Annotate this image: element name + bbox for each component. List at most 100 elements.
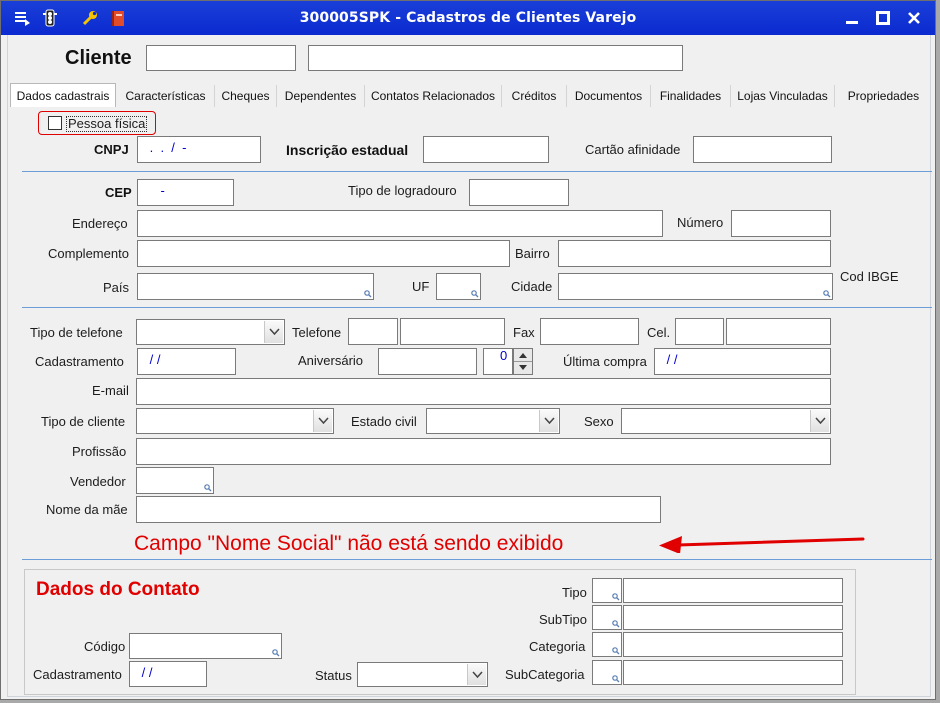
contato-subcategoria-desc-input[interactable] — [623, 660, 843, 685]
estado-civil-label: Estado civil — [351, 414, 417, 429]
tab-lojas-vinculadas[interactable]: Lojas Vinculadas — [731, 85, 835, 107]
contato-cadastramento-input[interactable]: / / — [129, 661, 207, 687]
cnpj-input[interactable]: . . / - — [137, 136, 261, 163]
tab-dados-cadastrais[interactable]: Dados cadastrais — [10, 83, 116, 107]
lookup-icon[interactable] — [612, 620, 620, 628]
nome-mae-input[interactable] — [136, 496, 661, 523]
sexo-select[interactable] — [621, 408, 831, 434]
separator-3 — [22, 559, 932, 560]
endereco-input[interactable] — [137, 210, 663, 237]
tab-dependentes[interactable]: Dependentes — [277, 85, 365, 107]
tab-documentos[interactable]: Documentos — [567, 85, 651, 107]
cliente-name-input[interactable] — [308, 45, 683, 71]
spin-buttons[interactable] — [513, 348, 533, 375]
contato-categoria-desc-input[interactable] — [623, 632, 843, 657]
lookup-icon[interactable] — [612, 593, 620, 601]
tipo-telefone-select[interactable] — [136, 319, 285, 345]
cliente-code-input[interactable] — [146, 45, 296, 71]
lookup-icon[interactable] — [272, 649, 280, 657]
lookup-icon[interactable] — [204, 484, 212, 492]
cel-label: Cel. — [647, 325, 671, 340]
ultima-compra-input[interactable]: / / — [654, 348, 831, 375]
lookup-icon[interactable] — [364, 290, 372, 298]
tipo-logradouro-input[interactable] — [469, 179, 569, 206]
contato-categoria-code-input[interactable] — [592, 632, 622, 657]
tipo-cliente-label: Tipo de cliente — [41, 414, 126, 429]
pais-input[interactable] — [137, 273, 374, 300]
profissao-input[interactable] — [136, 438, 831, 465]
contato-codigo-label: Código — [84, 639, 126, 654]
contato-tipo-label: Tipo — [562, 585, 587, 600]
close-button[interactable] — [903, 8, 925, 28]
sexo-label: Sexo — [584, 414, 614, 429]
chevron-down-icon[interactable] — [467, 664, 486, 685]
vendedor-label: Vendedor — [70, 474, 126, 489]
telefone-label: Telefone — [292, 325, 342, 340]
contato-subcategoria-label: SubCategoria — [505, 667, 585, 682]
tipo-cliente-select[interactable] — [136, 408, 334, 434]
spin-arrows-icon[interactable] — [514, 349, 532, 374]
tab-cheques[interactable]: Cheques — [215, 85, 277, 107]
email-label: E-mail — [92, 383, 129, 398]
minimize-button[interactable] — [841, 8, 863, 28]
contato-tipo-code-input[interactable] — [592, 578, 622, 603]
window-title: 300005SPK - Cadastros de Clientes Varejo — [299, 10, 637, 26]
cadastramento-input[interactable]: / / — [137, 348, 236, 375]
tab-caracteristicas[interactable]: Características — [117, 85, 215, 107]
contato-subcategoria-code-input[interactable] — [592, 660, 622, 685]
cartao-input[interactable] — [693, 136, 832, 163]
complemento-input[interactable] — [137, 240, 510, 267]
tab-finalidades[interactable]: Finalidades — [651, 85, 731, 107]
contato-categoria-label: Categoria — [529, 639, 586, 654]
annotation-arrow-icon — [659, 536, 865, 553]
numero-input[interactable] — [731, 210, 831, 237]
vendedor-input[interactable] — [136, 467, 214, 494]
telefone-input[interactable] — [400, 318, 505, 345]
numero-label: Número — [677, 215, 724, 230]
cel-input[interactable] — [726, 318, 831, 345]
contato-tipo-desc-input[interactable] — [623, 578, 843, 603]
telefone-ddd-input[interactable] — [348, 318, 398, 345]
contato-codigo-input[interactable] — [129, 633, 282, 659]
cnpj-label: CNPJ — [94, 142, 129, 157]
aniversario-spin[interactable]: 0 — [483, 348, 513, 375]
contato-subtipo-code-input[interactable] — [592, 605, 622, 630]
separator-1 — [22, 171, 932, 172]
inscricao-input[interactable] — [423, 136, 549, 163]
lookup-icon[interactable] — [612, 675, 620, 683]
profissao-label: Profissão — [72, 444, 127, 459]
email-input[interactable] — [136, 378, 831, 405]
cidade-input[interactable] — [558, 273, 833, 300]
bairro-input[interactable] — [558, 240, 831, 267]
cidade-label: Cidade — [511, 279, 553, 294]
cadastramento-label: Cadastramento — [35, 354, 124, 369]
cep-input[interactable]: - — [137, 179, 234, 206]
contato-status-select[interactable] — [357, 662, 488, 687]
cel-ddd-input[interactable] — [675, 318, 724, 345]
tab-creditos[interactable]: Créditos — [502, 85, 567, 107]
fax-input[interactable] — [540, 318, 639, 345]
lookup-icon[interactable] — [612, 647, 620, 655]
cliente-label: Cliente — [65, 47, 132, 69]
chevron-down-icon[interactable] — [810, 410, 829, 432]
uf-input[interactable] — [436, 273, 481, 300]
contato-subtipo-desc-input[interactable] — [623, 605, 843, 630]
tipo-logradouro-label: Tipo de logradouro — [348, 183, 457, 198]
chevron-down-icon[interactable] — [264, 321, 283, 343]
chevron-down-icon[interactable] — [539, 410, 558, 432]
cod-ibge-label: Cod IBGE — [840, 269, 899, 284]
estado-civil-select[interactable] — [426, 408, 560, 434]
lookup-icon[interactable] — [823, 290, 831, 298]
tab-propriedades[interactable]: Propriedades — [835, 85, 932, 107]
uf-label: UF — [412, 279, 430, 294]
maximize-button[interactable] — [872, 8, 894, 28]
aniversario-input[interactable] — [378, 348, 477, 375]
pessoa-fisica-checkbox[interactable] — [48, 116, 62, 130]
lookup-icon[interactable] — [471, 290, 479, 298]
tipo-telefone-label: Tipo de telefone — [30, 325, 123, 340]
ultima-compra-label: Última compra — [563, 354, 647, 369]
pessoa-fisica-label[interactable]: Pessoa física — [66, 116, 148, 132]
tab-contatos-relacionados[interactable]: Contatos Relacionados — [365, 85, 502, 107]
main-window: 300005SPK - Cadastros de Clientes Varejo… — [0, 0, 936, 700]
chevron-down-icon[interactable] — [313, 410, 332, 432]
